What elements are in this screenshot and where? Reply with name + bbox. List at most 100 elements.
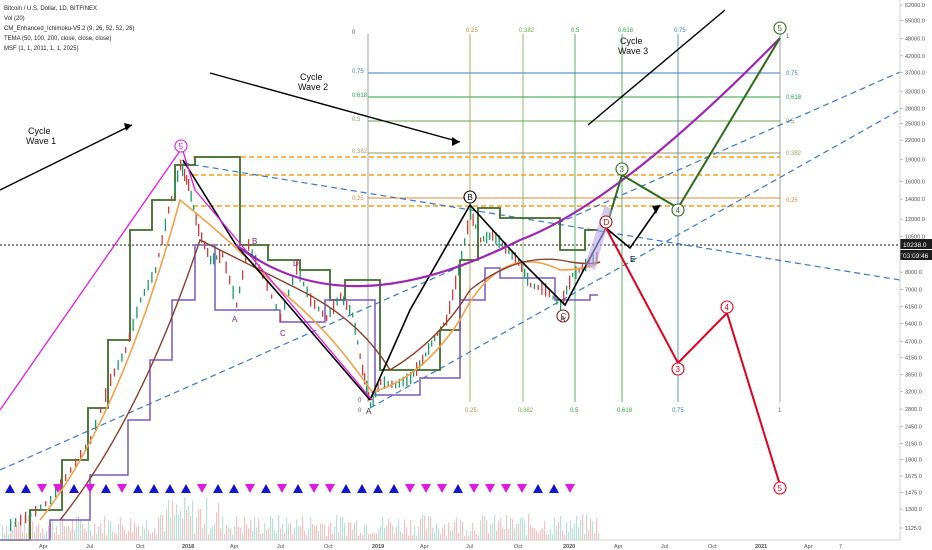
volume-bar	[164, 531, 166, 540]
x-tick-label: Apr	[420, 544, 429, 550]
price-candle	[25, 511, 27, 524]
price-candle	[533, 283, 536, 290]
price-candle	[198, 223, 200, 237]
volume-bar	[426, 529, 428, 540]
volume-bar	[328, 525, 330, 540]
volume-bar	[464, 535, 466, 540]
volume-bar	[354, 522, 356, 540]
signal-triangle-down	[565, 484, 575, 493]
volume-bar	[594, 533, 596, 540]
volume-bar	[494, 514, 496, 540]
volume-bar	[240, 527, 242, 540]
volume-bar	[590, 518, 592, 540]
volume-bar	[398, 518, 400, 540]
signal-triangle-down	[197, 484, 207, 493]
volume-bar	[98, 525, 100, 540]
price-candle	[343, 296, 345, 306]
y-tick-label: 9200.0	[905, 252, 922, 258]
volume-bar	[146, 520, 148, 540]
volume-bar	[442, 527, 444, 540]
volume-bar	[422, 514, 424, 540]
labels-layer: CycleWave 1CycleWave 2CycleWave 35BC345D…	[26, 21, 787, 495]
volume-bar	[360, 533, 362, 540]
y-tick-label: 2150.0	[905, 442, 922, 448]
volume-bar	[92, 535, 94, 540]
volume-bar	[286, 517, 288, 540]
volume-bar	[162, 514, 164, 540]
y-tick-label: 5400.0	[905, 321, 922, 327]
price-candle	[318, 306, 320, 312]
cycle-wave-arrow	[587, 9, 726, 126]
signal-triangle-up	[69, 484, 79, 493]
volume-bar	[466, 529, 468, 540]
volume-bar	[490, 524, 492, 540]
volume-bar	[500, 518, 502, 540]
signal-triangle-up	[549, 484, 559, 493]
signal-triangle-down	[485, 484, 495, 493]
volume-bar	[522, 517, 524, 540]
wave-label-circled: 5	[179, 142, 184, 151]
volume-bar	[252, 530, 254, 540]
volume-bar	[110, 521, 112, 540]
volume-bar	[504, 529, 506, 540]
volume-bar	[518, 523, 520, 540]
volume-bar	[90, 530, 92, 540]
price-candle	[314, 299, 316, 310]
x-tick-label: Jul	[277, 544, 284, 550]
y-tick-label: 37000.0	[905, 70, 925, 76]
volume-bar	[542, 528, 544, 540]
volume-bar	[104, 516, 106, 540]
price-candle	[222, 252, 224, 258]
price-candle	[362, 364, 364, 376]
volume-bar	[488, 533, 490, 540]
volume-bar	[510, 517, 512, 540]
volume-bar	[316, 525, 318, 540]
volume-bar	[392, 525, 394, 540]
volume-bar	[70, 530, 72, 540]
volume-bar	[64, 526, 66, 540]
volume-bar	[42, 528, 44, 540]
volume-bar	[492, 523, 494, 540]
price-candle	[329, 307, 331, 318]
volume-bar	[558, 522, 560, 540]
volume-bar	[362, 534, 364, 540]
price-candle	[186, 175, 188, 185]
price-candle	[521, 263, 523, 272]
x-tick-label: 2019	[372, 544, 384, 550]
y-tick-label: 4700.0	[905, 339, 922, 345]
volume-bar	[198, 509, 200, 540]
volume-bar	[212, 526, 214, 540]
price-candle	[428, 343, 430, 355]
volume-bar	[256, 527, 258, 540]
volume-bar	[54, 533, 56, 540]
y-tick-label: 28000.0	[905, 107, 925, 113]
price-candle	[461, 251, 463, 261]
x-tick-label: Jul	[466, 544, 473, 550]
fib-left-label: 0.75	[352, 69, 364, 75]
volume-bar	[134, 522, 136, 540]
volume-bar	[20, 523, 22, 540]
fib-time-bottom-label: 1	[778, 408, 782, 414]
volume-bar	[462, 521, 464, 540]
volume-bar	[474, 530, 476, 540]
volume-bar	[338, 532, 340, 540]
x-tick-label: Apr	[230, 544, 239, 550]
price-candle	[288, 289, 290, 297]
price-candle	[303, 281, 305, 287]
price-candle	[527, 272, 529, 286]
volume-bar	[550, 528, 552, 540]
signal-triangle-up	[213, 484, 223, 493]
volume-bar	[428, 516, 430, 540]
volume-bar	[346, 535, 348, 540]
volume-bar	[514, 528, 516, 540]
signal-triangle-up	[533, 484, 543, 493]
price-candle	[572, 272, 574, 278]
y-tick-label: 10500.0	[905, 235, 925, 241]
signal-triangle-up	[341, 484, 351, 493]
volume-bar	[268, 528, 270, 540]
indicator-vol: Vol (20)	[4, 16, 25, 22]
price-candle	[552, 295, 554, 300]
volume-bar	[284, 533, 286, 540]
volume-bar	[598, 533, 600, 540]
volume-bar	[154, 528, 156, 540]
